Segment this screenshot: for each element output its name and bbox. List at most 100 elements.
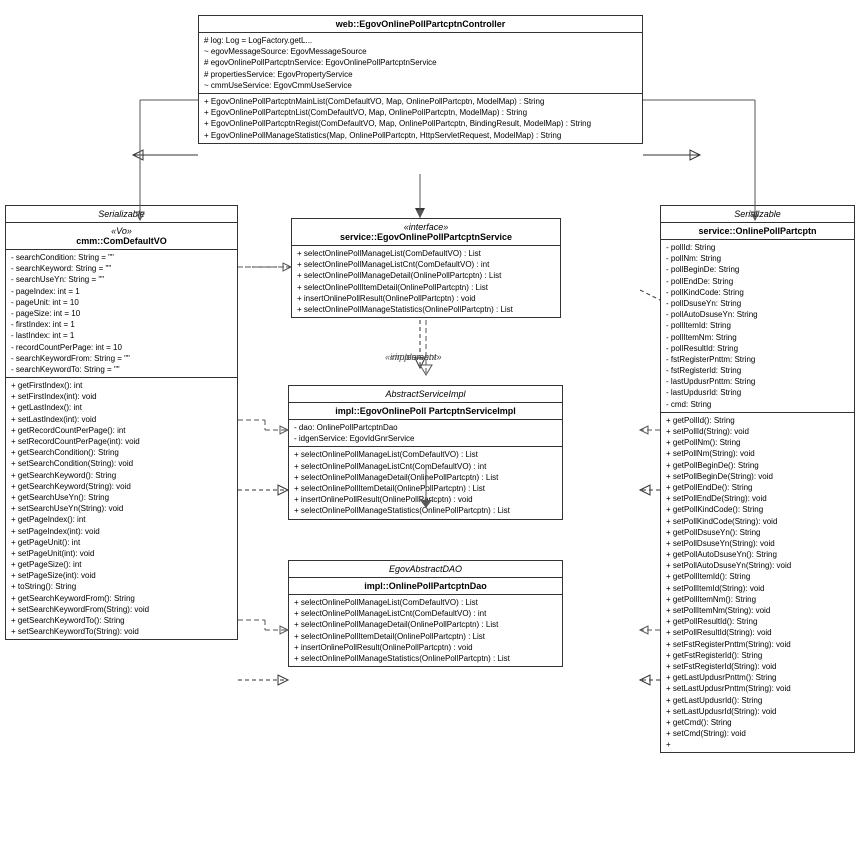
attr-5: cmmUseService: EgovCmmUseService xyxy=(204,80,637,91)
method-2: EgovOnlinePollPartcptnList(ComDefaultVO,… xyxy=(204,107,637,118)
op-m1: getPollId(): String xyxy=(666,415,849,426)
op-m7: getPollEndDe(): String xyxy=(666,482,849,493)
dao-m6: selectOnlinePollManageStatistics(OnlineP… xyxy=(294,653,557,664)
dao-top-stereotype: EgovAbstractDAO xyxy=(289,561,562,578)
op-m9: getPollKindCode(): String xyxy=(666,504,849,515)
svg-text:«implement»: «implement» xyxy=(390,352,442,362)
op-a8: pollItemId: String xyxy=(666,320,849,331)
attr-4: propertiesService: EgovPropertyService xyxy=(204,69,637,80)
op-m8: setPollEndDe(String): void xyxy=(666,493,849,504)
si-m4: selectOnlinePollItemDetail(OnlinePollPar… xyxy=(297,282,555,293)
op-m5: getPollBeginDe(): String xyxy=(666,460,849,471)
op-m16: setPollItemId(String): void xyxy=(666,583,849,594)
op-m18: setPollItemNm(String): void xyxy=(666,605,849,616)
cdvo-impl-text: Serializable xyxy=(98,209,145,219)
uml-diagram: «implement» web::EgovOnlinePollPartcptnC… xyxy=(0,0,858,868)
service-impl-title: impl::EgovOnlinePoll PartcptnServiceImpl xyxy=(289,403,562,420)
cdvo-m11: getSearchUseYn(): String xyxy=(11,492,232,503)
simpl-a2: idgenService: EgovIdGnrService xyxy=(294,433,557,444)
si-m6: selectOnlinePollManageStatistics(OnlineP… xyxy=(297,304,555,315)
controller-attributes: log: Log = LogFactory.getL... egovMessag… xyxy=(199,33,642,94)
op-a15: cmd: String xyxy=(666,399,849,410)
cdvo-m15: getPageUnit(): int xyxy=(11,537,232,548)
cdvo-a5: pageUnit: int = 10 xyxy=(11,297,232,308)
cdvo-attributes: searchCondition: String = "" searchKeywo… xyxy=(6,250,237,378)
cdvo-methods: getFirstIndex(): int setFirstIndex(int):… xyxy=(6,378,237,639)
cdvo-a7: firstIndex: int = 1 xyxy=(11,319,232,330)
op-a12: fstRegisterId: String xyxy=(666,365,849,376)
op-a13: lastUpdusrPnttm: String xyxy=(666,376,849,387)
si-m1: selectOnlinePollManageList(ComDefaultVO)… xyxy=(297,248,555,259)
simpl-m6: selectOnlinePollManageStatistics(OnlineP… xyxy=(294,505,557,516)
cdvo-a6: pageSize: int = 10 xyxy=(11,308,232,319)
cdvo-m8: setSearchCondition(String): void xyxy=(11,458,232,469)
cdvo-a4: pageIndex: int = 1 xyxy=(11,286,232,297)
op-m19: getPollResultId(): String xyxy=(666,616,849,627)
cdvo-m22: getSearchKeywordTo(): String xyxy=(11,615,232,626)
cdvo-a1: searchCondition: String = "" xyxy=(11,252,232,263)
cdvo-m13: getPageIndex(): int xyxy=(11,514,232,525)
op-m12: setPollDsuseYn(String): void xyxy=(666,538,849,549)
op-a1: pollId: String xyxy=(666,242,849,253)
cdvo-m17: getPageSize(): int xyxy=(11,559,232,570)
cdvo-m3: getLastIndex(): int xyxy=(11,402,232,413)
op-impl-text: Serializable xyxy=(734,209,781,219)
op-title-text: service::OnlinePollPartcptn xyxy=(698,226,816,236)
dao-title: impl::OnlinePollPartcptnDao xyxy=(289,578,562,595)
si-m3: selectOnlinePollManageDetail(OnlinePollP… xyxy=(297,270,555,281)
svg-text:«implement»: «implement» xyxy=(385,352,437,362)
op-m28: getCmd(): String xyxy=(666,717,849,728)
op-methods: getPollId(): String setPollId(String): v… xyxy=(661,413,854,753)
dao-m2: selectOnlinePollManageListCnt(ComDefault… xyxy=(294,608,557,619)
cdvo-m14: setPageIndex(int): void xyxy=(11,526,232,537)
op-a6: pollDsuseYn: String xyxy=(666,298,849,309)
cdvo-m2: setFirstIndex(int): void xyxy=(11,391,232,402)
op-m11: getPollDsuseYn(): String xyxy=(666,527,849,538)
cdvo-m7: getSearchCondition(): String xyxy=(11,447,232,458)
cdvo-m12: setSearchUseYn(String): void xyxy=(11,503,232,514)
controller-title: web::EgovOnlinePollPartcptnController xyxy=(199,16,642,33)
cdvo-m20: getSearchKeywordFrom(): String xyxy=(11,593,232,604)
simpl-m4: selectOnlinePollItemDetail(OnlinePollPar… xyxy=(294,483,557,494)
cdvo-m16: setPageUnit(int): void xyxy=(11,548,232,559)
online-poll-box: Serializable service::OnlinePollPartcptn… xyxy=(660,205,855,753)
service-impl-attributes: dao: OnlinePollPartcptnDao idgenService:… xyxy=(289,420,562,447)
cdvo-m5: getRecordCountPerPage(): int xyxy=(11,425,232,436)
op-a3: pollBeginDe: String xyxy=(666,264,849,275)
op-m30 xyxy=(666,739,849,750)
op-impl: Serializable xyxy=(661,206,854,223)
op-a7: pollAutoDsuseYn: String xyxy=(666,309,849,320)
service-interface-title: «interface» service::EgovOnlinePollPartc… xyxy=(292,219,560,246)
service-impl-top-stereotype: AbstractServiceImpl xyxy=(289,386,562,403)
dao-box: EgovAbstractDAO impl::OnlinePollPartcptn… xyxy=(288,560,563,667)
attr-3: egovOnlinePollPartcptnService: EgovOnlin… xyxy=(204,57,637,68)
cdvo-m23: setSearchKeywordTo(String): void xyxy=(11,626,232,637)
com-default-vo-box: Serializable «Vo» cmm::ComDefaultVO sear… xyxy=(5,205,238,640)
cdvo-m10: getSearchKeyword(String): void xyxy=(11,481,232,492)
op-a11: fstRegisterPnttm: String xyxy=(666,354,849,365)
cdvo-stereotype-text: «Vo» xyxy=(111,226,132,236)
op-m13: getPollAutoDsuseYn(): String xyxy=(666,549,849,560)
op-m6: setPollBeginDe(String): void xyxy=(666,471,849,482)
op-m10: setPollKindCode(String): void xyxy=(666,516,849,527)
cdvo-a11: searchKeywordTo: String = "" xyxy=(11,364,232,375)
op-a2: pollNm: String xyxy=(666,253,849,264)
op-a14: lastUpdusrId: String xyxy=(666,387,849,398)
simpl-m5: insertOnlinePollResult(OnlinePollPartcpt… xyxy=(294,494,557,505)
op-a5: pollKindCode: String xyxy=(666,287,849,298)
op-a9: pollItemNm: String xyxy=(666,332,849,343)
cdvo-title-text: cmm::ComDefaultVO xyxy=(76,236,167,246)
simpl-m1: selectOnlinePollManageList(ComDefaultVO)… xyxy=(294,449,557,460)
op-attributes: pollId: String pollNm: String pollBeginD… xyxy=(661,240,854,413)
op-m24: getLastUpdusrPnttm(): String xyxy=(666,672,849,683)
cdvo-m6: setRecordCountPerPage(int): void xyxy=(11,436,232,447)
si-title-text: service::EgovOnlinePollPartcptnService xyxy=(340,232,512,242)
op-a10: pollResultId: String xyxy=(666,343,849,354)
cdvo-m1: getFirstIndex(): int xyxy=(11,380,232,391)
simpl-m2: selectOnlinePollManageListCnt(ComDefault… xyxy=(294,461,557,472)
service-interface-methods: selectOnlinePollManageList(ComDefaultVO)… xyxy=(292,246,560,317)
op-m17: getPollItemNm(): String xyxy=(666,594,849,605)
method-4: EgovOnlinePollManageStatistics(Map, Onli… xyxy=(204,130,637,141)
cdvo-a10: searchKeywordFrom: String = "" xyxy=(11,353,232,364)
op-m25: setLastUpdusrPnttm(String): void xyxy=(666,683,849,694)
